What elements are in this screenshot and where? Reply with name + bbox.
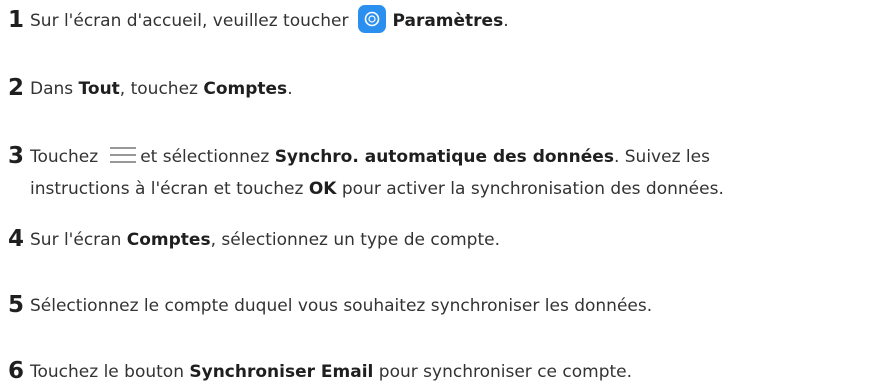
step-text: et sélectionnez [140, 147, 275, 167]
step-number: 4 [8, 226, 25, 252]
step-bold: Paramètres [392, 11, 504, 31]
settings-icon [358, 5, 387, 33]
step-text: Dans [30, 79, 79, 99]
step-text-end: . [287, 79, 293, 99]
step-number: 5 [8, 292, 25, 318]
step-1: 1 Sur l'écran d'accueil, veuillez toucher… [8, 5, 509, 36]
step-4: 4 Sur l'écran Comptes, sélectionnez un ty… [8, 224, 500, 255]
step-text: , sélectionnez un type de compte. [210, 230, 500, 250]
step-bold: Comptes [126, 230, 211, 250]
step-number: 6 [8, 358, 25, 384]
step-bold: Synchroniser Email [189, 362, 374, 382]
step-text: Sur l'écran [30, 230, 127, 250]
step-bold: Synchro. automatique des données [274, 147, 614, 167]
step-text: Sélectionnez le compte duquel vous souha… [30, 296, 653, 316]
step-text-end: . [503, 11, 509, 31]
step-text: instructions à l'écran et touchez [30, 179, 309, 199]
step-number: 3 [8, 143, 25, 169]
step-bold: Comptes [203, 79, 288, 99]
step-text: . Suivez les [613, 147, 710, 167]
step-2: 2 Dans Tout, touchez Comptes. [8, 73, 293, 104]
step-bold: Tout [78, 79, 120, 99]
step-text: Sur l'écran d'accueil, veuillez toucher [30, 11, 349, 31]
step-5: 5 Sélectionnez le compte duquel vous souh… [8, 290, 652, 321]
step-text: pour activer la synchronisation des donn… [336, 179, 724, 199]
step-3-continuation: instructions à l'écran et touchez OK pou… [30, 174, 724, 204]
step-3: 3 Touchez et sélectionnez Synchro. automat… [8, 141, 710, 172]
step-text: Touchez le bouton [30, 362, 190, 382]
step-text: Touchez [30, 147, 99, 167]
step-number: 2 [8, 75, 25, 101]
step-bold: OK [308, 179, 337, 199]
menu-icon [108, 145, 138, 165]
step-text: , touchez [119, 79, 204, 99]
step-number: 1 [8, 7, 25, 33]
step-text: pour synchroniser ce compte. [373, 362, 633, 382]
step-6: 6 Touchez le bouton Synchroniser Email po… [8, 356, 632, 387]
